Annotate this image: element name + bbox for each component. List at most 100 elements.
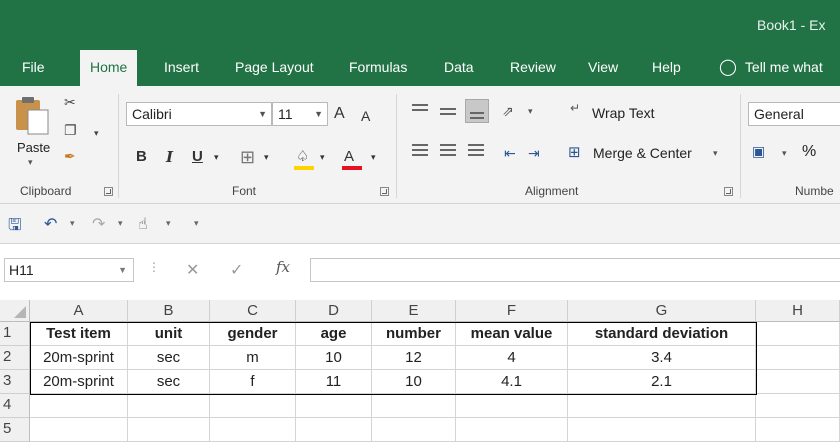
copy-dropdown-icon[interactable]: ▾ [94,128,99,139]
alignment-launcher-icon[interactable] [724,187,733,196]
column-header-g[interactable]: G [568,300,756,322]
orientation-icon[interactable]: ⇗ [502,103,514,120]
cell-c2[interactable]: m [210,346,296,370]
cell-e2[interactable]: 12 [372,346,456,370]
row-header-4[interactable]: 4 [0,394,30,418]
cell-c1[interactable]: gender [210,322,296,346]
cell-f1[interactable]: mean value [456,322,568,346]
cell-h5[interactable] [756,418,840,442]
cell-b1[interactable]: unit [128,322,210,346]
paste-icon[interactable] [12,94,52,136]
tab-file[interactable]: File [22,50,45,86]
cell-g5[interactable] [568,418,756,442]
cancel-icon[interactable]: ✕ [186,260,199,280]
cell-b2[interactable]: sec [128,346,210,370]
increase-indent-icon[interactable]: ⇥ [528,145,540,162]
column-header-f[interactable]: F [456,300,568,322]
cell-g2[interactable]: 3.4 [568,346,756,370]
tell-me-box[interactable]: ◯ Tell me what [719,50,823,86]
cell-a2[interactable]: 20m-sprint [30,346,128,370]
copy-icon[interactable]: ❐ [64,122,77,139]
cell-f5[interactable] [456,418,568,442]
cell-f4[interactable] [456,394,568,418]
tab-page-layout[interactable]: Page Layout [235,50,314,86]
cell-a4[interactable] [30,394,128,418]
align-top-icon[interactable] [412,104,428,120]
merge-center-button[interactable]: Merge & Center [593,145,692,161]
tab-view[interactable]: View [588,50,618,86]
bold-button[interactable]: B [136,146,147,168]
tab-insert[interactable]: Insert [164,50,199,86]
cell-h1[interactable] [756,322,840,346]
cell-d1[interactable]: age [296,322,372,346]
column-header-b[interactable]: B [128,300,210,322]
underline-button[interactable]: U [192,146,203,168]
format-painter-icon[interactable]: ✒ [64,148,76,165]
touch-mode-icon[interactable]: ☝ [138,214,148,234]
row-header-2[interactable]: 2 [0,346,30,370]
cell-b4[interactable] [128,394,210,418]
align-left-icon[interactable] [412,144,428,160]
merge-center-icon[interactable]: ⊞ [568,143,581,161]
cell-g3[interactable]: 2.1 [568,370,756,394]
borders-icon[interactable]: ⊞ [240,146,255,168]
fill-dropdown-icon[interactable]: ▾ [320,146,325,168]
cell-e4[interactable] [372,394,456,418]
column-header-d[interactable]: D [296,300,372,322]
align-center-icon[interactable] [440,144,456,160]
touch-dropdown-icon[interactable]: ▾ [166,218,171,229]
column-header-a[interactable]: A [30,300,128,322]
cell-a1[interactable]: Test item [30,322,128,346]
cell-g1[interactable]: standard deviation [568,322,756,346]
accounting-dropdown-icon[interactable]: ▾ [782,148,787,159]
cell-c4[interactable] [210,394,296,418]
column-header-e[interactable]: E [372,300,456,322]
insert-function-button[interactable]: fx [276,258,290,276]
name-box[interactable]: H11 ▼ [4,258,134,282]
cell-f2[interactable]: 4 [456,346,568,370]
percent-button[interactable]: % [802,143,816,161]
cell-g4[interactable] [568,394,756,418]
undo-icon[interactable]: ↶ [44,214,57,234]
align-middle-icon[interactable] [440,108,456,124]
cell-d5[interactable] [296,418,372,442]
grow-font-button[interactable]: A [334,103,345,125]
cell-d2[interactable]: 10 [296,346,372,370]
decrease-indent-icon[interactable]: ⇤ [504,145,516,162]
row-header-1[interactable]: 1 [0,322,30,346]
row-header-5[interactable]: 5 [0,418,30,442]
cell-b3[interactable]: sec [128,370,210,394]
enter-icon[interactable]: ✓ [230,260,243,280]
font-launcher-icon[interactable] [380,187,389,196]
tab-home[interactable]: Home [80,50,138,86]
clipboard-launcher-icon[interactable] [104,187,113,196]
redo-icon[interactable]: ↷ [92,214,105,234]
cell-h3[interactable] [756,370,840,394]
merge-dropdown-icon[interactable]: ▾ [713,148,718,159]
fill-color-icon[interactable]: ♤ [296,146,309,168]
undo-dropdown-icon[interactable]: ▾ [70,218,75,229]
cell-e3[interactable]: 10 [372,370,456,394]
wrap-text-icon[interactable]: ↵ [570,101,580,115]
save-icon[interactable]: 🖫 [8,214,22,241]
tab-formulas[interactable]: Formulas [349,50,407,86]
number-format-select[interactable]: General [748,102,840,126]
column-header-c[interactable]: C [210,300,296,322]
accounting-format-icon[interactable]: ▣ [752,143,765,160]
paste-dropdown-icon[interactable]: ▾ [28,157,33,168]
align-bottom-button[interactable] [465,99,489,123]
font-name-select[interactable]: Calibri ▼ [126,102,272,126]
borders-dropdown-icon[interactable]: ▾ [264,146,269,168]
cell-e1[interactable]: number [372,322,456,346]
shrink-font-button[interactable]: A [361,105,370,127]
column-header-h[interactable]: H [756,300,840,322]
select-all-button[interactable] [0,300,30,322]
cell-h2[interactable] [756,346,840,370]
redo-dropdown-icon[interactable]: ▾ [118,218,123,229]
cell-c5[interactable] [210,418,296,442]
orientation-dropdown-icon[interactable]: ▾ [528,106,533,117]
font-color-dropdown-icon[interactable]: ▾ [371,146,376,168]
underline-dropdown-icon[interactable]: ▾ [214,146,219,168]
cell-h4[interactable] [756,394,840,418]
cut-icon[interactable]: ✂ [64,94,76,111]
